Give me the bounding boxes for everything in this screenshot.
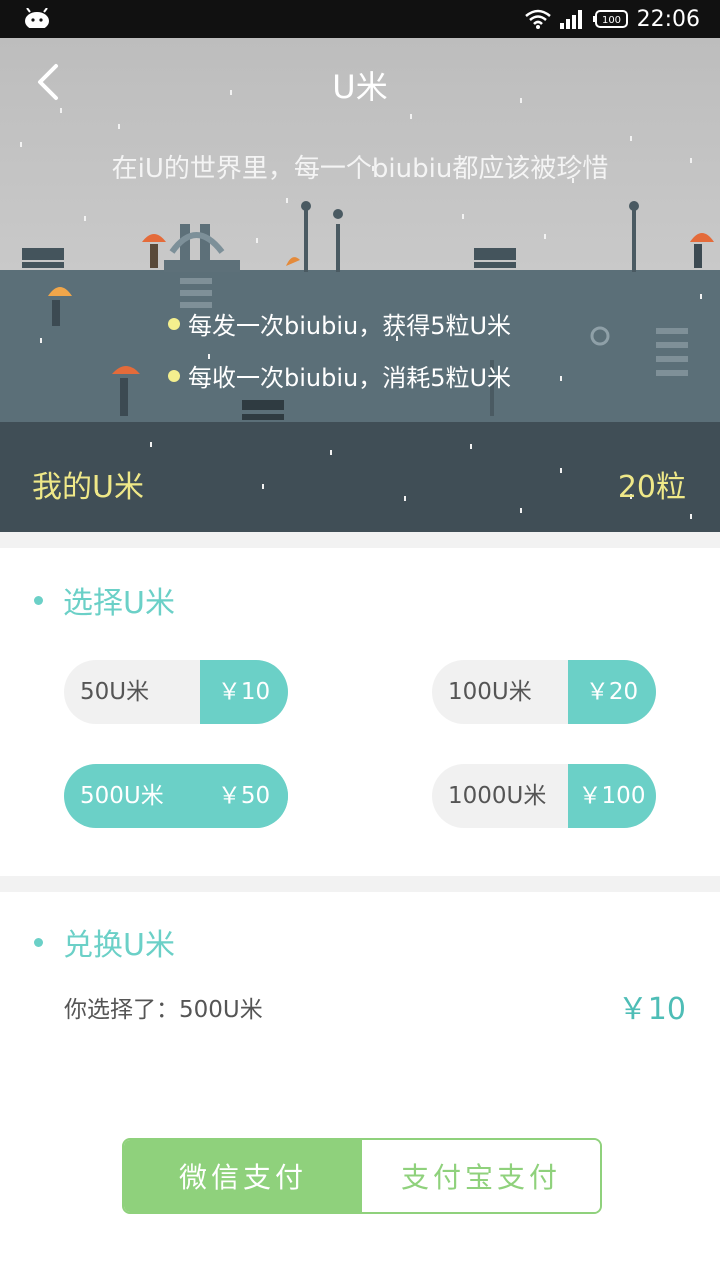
wifi-icon (524, 9, 551, 29)
rule-bullet-icon (168, 369, 180, 382)
option-50[interactable]: 50U米 ￥10 (64, 660, 288, 724)
chosen-price: ￥10 (617, 992, 686, 1027)
choose-section-title: 选择U米 (63, 586, 175, 621)
option-price: ￥100 (568, 764, 656, 828)
chosen-summary: 你选择了：500U米 (64, 997, 263, 1023)
wechat-pay-button[interactable]: 微信支付 (124, 1140, 362, 1212)
option-amount: 50U米 (80, 679, 150, 705)
rule-spend: 每收一次biubiu，消耗5粒U米 (168, 358, 511, 393)
android-icon (25, 8, 49, 28)
alipay-button[interactable]: 支付宝支付 (362, 1140, 600, 1212)
rule-spend-text: 每收一次biubiu，消耗5粒U米 (188, 364, 512, 392)
exchange-section-title: 兑换U米 (63, 928, 175, 963)
option-amount: 500U米 (80, 783, 164, 809)
option-1000[interactable]: 1000U米 ￥100 (432, 764, 656, 828)
exchange-section-header: 兑换U米 (34, 920, 175, 964)
hero-banner: U米 在iU的世界里，每一个biubiu都应该被珍惜 每发一次biubiu，获得… (0, 38, 720, 532)
section-bullet-icon (34, 937, 43, 947)
option-price: ￥20 (568, 660, 656, 724)
rule-earn: 每发一次biubiu，获得5粒U米 (168, 306, 511, 341)
option-price: ￥10 (200, 660, 288, 724)
option-amount: 1000U米 (448, 783, 547, 809)
my-umi-label: 我的U米 (32, 470, 144, 505)
rule-bullet-icon (168, 317, 180, 330)
divider (0, 532, 720, 548)
option-500[interactable]: 500U米 ￥50 (64, 764, 288, 828)
option-price: ￥50 (200, 764, 288, 828)
divider (0, 876, 720, 892)
choose-section-header: 选择U米 (34, 578, 175, 622)
slogan: 在iU的世界里，每一个biubiu都应该被珍惜 (111, 154, 609, 184)
page-title: U米 (332, 68, 388, 106)
section-bullet-icon (34, 595, 43, 605)
battery-level: 100 (602, 15, 621, 26)
battery-icon: 100 (592, 10, 628, 28)
park-scene-illustration (20, 90, 714, 519)
signal-icon (559, 10, 582, 29)
option-100[interactable]: 100U米 ￥20 (432, 660, 656, 724)
status-bar: 100 22:06 (0, 0, 720, 38)
clock: 22:06 (636, 6, 700, 32)
option-amount: 100U米 (448, 679, 532, 705)
payment-selector: 微信支付 支付宝支付 (122, 1138, 602, 1214)
rule-earn-text: 每发一次biubiu，获得5粒U米 (188, 312, 512, 340)
my-umi-value: 20粒 (617, 470, 686, 505)
